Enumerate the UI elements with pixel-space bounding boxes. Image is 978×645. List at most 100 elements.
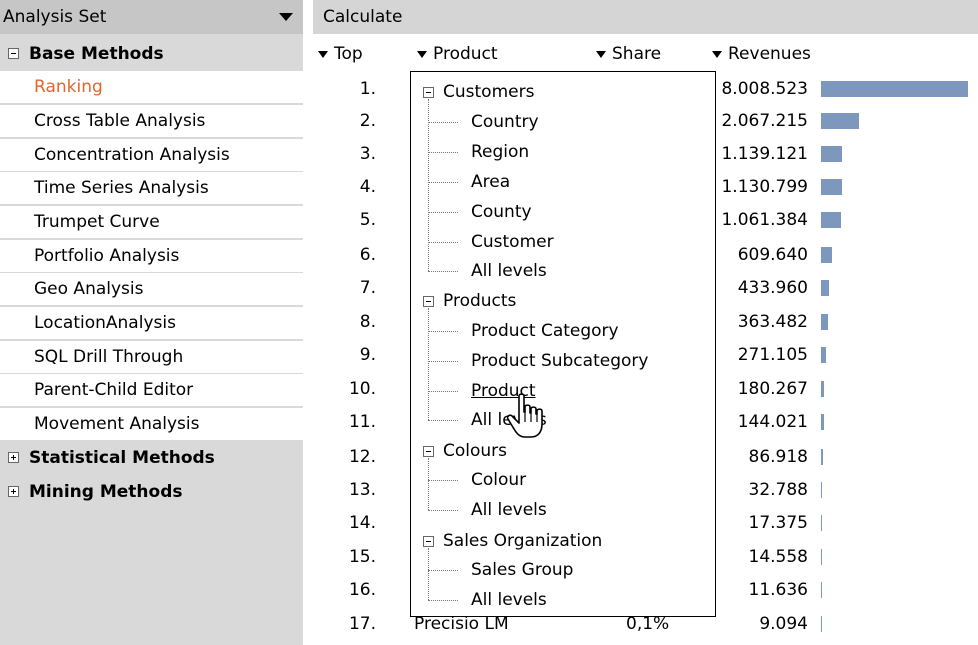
tree-connector bbox=[428, 361, 458, 362]
sidebar-item-portfolio-analysis[interactable]: Portfolio Analysis bbox=[0, 240, 303, 272]
revenue-bar bbox=[821, 347, 826, 363]
plus-box-icon[interactable] bbox=[8, 452, 19, 463]
tree-item-all-levels[interactable]: All levels bbox=[471, 498, 547, 522]
tree-connector bbox=[428, 570, 458, 571]
tree-node-customers[interactable]: Customers bbox=[423, 80, 534, 104]
tree-connector bbox=[428, 480, 458, 481]
sidebar-item-trumpet-curve[interactable]: Trumpet Curve bbox=[0, 206, 303, 238]
group-statistical-methods[interactable]: Statistical Methods bbox=[0, 442, 303, 473]
revenue-bar bbox=[821, 482, 822, 498]
tree-connector bbox=[428, 122, 458, 123]
sort-arrow-icon[interactable] bbox=[417, 50, 427, 58]
sort-arrow-icon[interactable] bbox=[318, 50, 328, 58]
tree-item-country[interactable]: Country bbox=[471, 110, 539, 134]
column-header-label: Share bbox=[612, 44, 662, 64]
column-header-product[interactable]: Product bbox=[417, 42, 498, 66]
rank-cell: 13. bbox=[348, 480, 376, 500]
rank-cell: 7. bbox=[359, 278, 376, 298]
tree-item-county[interactable]: County bbox=[471, 200, 532, 224]
plus-box-icon[interactable] bbox=[8, 486, 19, 497]
sidebar-item-movement-analysis[interactable]: Movement Analysis bbox=[0, 408, 303, 440]
sidebar-item-label: Ranking bbox=[34, 77, 103, 97]
column-header-share[interactable]: Share bbox=[596, 42, 661, 66]
group-label: Statistical Methods bbox=[29, 447, 215, 468]
tree-item-label: County bbox=[471, 202, 532, 222]
rank-cell: 15. bbox=[348, 547, 376, 567]
sidebar-item-cross-table-analysis[interactable]: Cross Table Analysis bbox=[0, 105, 303, 137]
revenue-bar bbox=[821, 449, 823, 465]
tree-item-customer[interactable]: Customer bbox=[471, 230, 554, 254]
tree-item-label: All levels bbox=[471, 500, 547, 520]
tree-item-all-levels[interactable]: All levels bbox=[471, 588, 547, 612]
sidebar-item-sql-drill-through[interactable]: SQL Drill Through bbox=[0, 341, 303, 373]
minus-box-icon[interactable] bbox=[8, 48, 19, 59]
group-mining-methods[interactable]: Mining Methods bbox=[0, 476, 303, 507]
rank-cell: 12. bbox=[348, 447, 376, 467]
calculate-bar: Calculate bbox=[313, 0, 978, 34]
rank-cell: 5. bbox=[359, 210, 376, 230]
tree-item-label: Sales Group bbox=[471, 560, 574, 580]
tree-connector bbox=[428, 510, 458, 511]
rank-cell: 2. bbox=[359, 111, 376, 131]
rank-cell: 11. bbox=[348, 412, 376, 432]
tree-item-colour[interactable]: Colour bbox=[471, 468, 526, 492]
sidebar-item-time-series-analysis[interactable]: Time Series Analysis bbox=[0, 172, 303, 204]
tree-item-label: Product Subcategory bbox=[471, 351, 649, 371]
column-header-label: Top bbox=[334, 44, 363, 64]
sidebar-item-ranking[interactable]: Ranking bbox=[0, 71, 303, 103]
tree-node-colours[interactable]: Colours bbox=[423, 439, 507, 463]
tree-connector bbox=[428, 331, 458, 332]
revenue-bar bbox=[821, 414, 824, 430]
tree-node-label: Products bbox=[443, 291, 517, 311]
tree-item-sales-group[interactable]: Sales Group bbox=[471, 558, 573, 582]
sidebar-item-geo-analysis[interactable]: Geo Analysis bbox=[0, 273, 303, 305]
tree-item-label: Region bbox=[471, 142, 530, 162]
revenue-bar bbox=[821, 549, 822, 565]
dropdown-arrow-icon[interactable] bbox=[279, 13, 293, 21]
revenue-cell: 86.918 bbox=[748, 447, 808, 467]
revenue-cell: 271.105 bbox=[737, 345, 808, 365]
group-label: Mining Methods bbox=[29, 481, 183, 502]
tree-connector bbox=[428, 242, 458, 243]
revenue-cell: 363.482 bbox=[737, 312, 808, 332]
revenue-cell: 8.008.523 bbox=[721, 79, 808, 99]
revenue-cell: 11.636 bbox=[748, 580, 808, 600]
tree-item-label: Area bbox=[471, 172, 511, 192]
column-header-top[interactable]: Top bbox=[318, 42, 363, 66]
tree-item-all-levels[interactable]: All levels bbox=[471, 259, 547, 283]
column-header-label: Product bbox=[433, 44, 498, 64]
group-base-methods[interactable]: Base Methods bbox=[0, 38, 303, 69]
sidebar-item-label: Geo Analysis bbox=[34, 279, 144, 299]
tree-connector bbox=[428, 600, 458, 601]
tree-item-label: All levels bbox=[471, 590, 547, 610]
sidebar-item-concentration-analysis[interactable]: Concentration Analysis bbox=[0, 139, 303, 171]
column-header-revenues[interactable]: Revenues bbox=[712, 42, 811, 66]
sort-arrow-icon[interactable] bbox=[712, 50, 722, 58]
revenue-cell: 180.267 bbox=[737, 379, 808, 399]
tree-connector bbox=[428, 308, 429, 420]
tree-node-products[interactable]: Products bbox=[423, 289, 516, 313]
analysis-set-header[interactable]: Analysis Set bbox=[0, 0, 303, 34]
analysis-set-title: Analysis Set bbox=[3, 7, 107, 27]
tree-item-product-subcategory[interactable]: Product Subcategory bbox=[471, 349, 648, 373]
sidebar-item-label: Concentration Analysis bbox=[34, 145, 230, 165]
tree-node-sales-organization[interactable]: Sales Organization bbox=[423, 529, 602, 553]
sort-arrow-icon[interactable] bbox=[596, 50, 606, 58]
minus-box-icon[interactable] bbox=[423, 535, 434, 547]
sidebar-item-parent-child-editor[interactable]: Parent-Child Editor bbox=[0, 374, 303, 406]
minus-box-icon[interactable] bbox=[423, 445, 434, 457]
rank-cell: 9. bbox=[359, 345, 376, 365]
tree-item-region[interactable]: Region bbox=[471, 140, 529, 164]
sidebar-item-label: Trumpet Curve bbox=[34, 212, 160, 232]
revenue-bar bbox=[821, 515, 822, 531]
tree-item-product-category[interactable]: Product Category bbox=[471, 319, 619, 343]
revenue-cell: 17.375 bbox=[748, 513, 808, 533]
tree-item-area[interactable]: Area bbox=[471, 170, 510, 194]
revenue-bar bbox=[821, 582, 822, 598]
revenue-cell: 2.067.215 bbox=[721, 111, 808, 131]
minus-box-icon[interactable] bbox=[423, 86, 434, 98]
sidebar-item-location-analysis[interactable]: LocationAnalysis bbox=[0, 307, 303, 339]
tree-item-label: Product Category bbox=[471, 321, 619, 341]
minus-box-icon[interactable] bbox=[423, 295, 434, 307]
tree-connector bbox=[428, 152, 458, 153]
